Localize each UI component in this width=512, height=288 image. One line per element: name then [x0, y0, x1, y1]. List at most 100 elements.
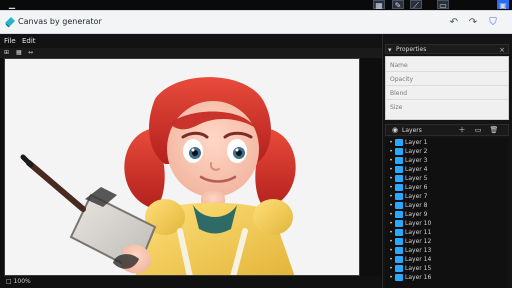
layer-color-swatch [395, 166, 403, 173]
layer-name: Layer 13 [405, 247, 432, 254]
layer-name: Layer 12 [405, 238, 432, 245]
gesture-icon[interactable]: ⟋ [410, 0, 422, 10]
layer-color-swatch [395, 157, 403, 164]
properties-panel: Name Opacity Blend Size [385, 56, 509, 120]
layer-name: Layer 6 [405, 184, 428, 191]
divider [386, 99, 508, 100]
layer-visibility-icon[interactable]: • [387, 237, 395, 246]
layer-row[interactable]: • Layer 12 [385, 237, 509, 246]
property-name: Name [390, 62, 408, 69]
layer-name: Layer 16 [405, 274, 432, 281]
character-illustration [5, 59, 359, 275]
layer-color-swatch [395, 139, 403, 146]
layers-label: Layers [402, 127, 422, 134]
layer-row[interactable]: • Layer 3 [385, 156, 509, 165]
layer-visibility-icon[interactable]: • [387, 165, 395, 174]
menu-file[interactable]: File [4, 36, 16, 46]
toolbar: File Edit [0, 34, 382, 48]
menu-edit[interactable]: Edit [22, 36, 36, 46]
collapse-icon[interactable]: ▾ [388, 46, 395, 54]
layer-visibility-icon[interactable]: • [387, 228, 395, 237]
layer-visibility-icon[interactable]: • [387, 192, 395, 201]
layer-row[interactable]: • Layer 7 [385, 192, 509, 201]
layer-row[interactable]: • Layer 1 [385, 138, 509, 147]
clip-icon[interactable]: ▦ [373, 0, 385, 10]
divider [386, 71, 508, 72]
layer-row[interactable]: • Layer 13 [385, 246, 509, 255]
secondary-toolbar: ⊞ ▦ ↔ [0, 48, 382, 58]
layer-row[interactable]: • Layer 10 [385, 219, 509, 228]
layer-color-swatch [395, 202, 403, 209]
layer-color-swatch [395, 247, 403, 254]
app-titlebar: Canvas by generator ↶ ↷ ⛉ [0, 10, 512, 34]
app-logo-icon [5, 17, 15, 28]
layer-color-swatch [395, 193, 403, 200]
layer-name: Layer 10 [405, 220, 432, 227]
layer-visibility-icon[interactable]: • [387, 138, 395, 147]
canvas[interactable] [4, 58, 360, 276]
layer-color-swatch [395, 265, 403, 272]
layer-visibility-icon[interactable]: • [387, 210, 395, 219]
right-sidebar: ▾ Properties × Name Opacity Blend Size ◉… [382, 34, 512, 288]
layer-row[interactable]: • Layer 6 [385, 183, 509, 192]
layer-color-swatch [395, 184, 403, 191]
layer-row[interactable]: • Layer 4 [385, 165, 509, 174]
layout-icon[interactable]: ⊞ [4, 49, 9, 57]
layer-row[interactable]: • Layer 2 [385, 147, 509, 156]
redo-icon[interactable]: ↷ [467, 17, 479, 29]
layer-name: Layer 1 [405, 139, 428, 146]
layer-row[interactable]: • Layer 16 [385, 273, 509, 282]
move-icon[interactable]: ↔ [28, 49, 33, 57]
layers-list: • Layer 1 • Layer 2 • Layer 3 • Layer 4 • Layer 5… [385, 138, 509, 288]
layers-toolbar: ◉ Layers ＋ ▭ 🗑 [385, 124, 509, 136]
panel-toggle-icon[interactable]: ▣ [497, 0, 509, 10]
undo-icon[interactable]: ↶ [448, 17, 460, 29]
layer-name: Layer 5 [405, 175, 428, 182]
layer-color-swatch [395, 238, 403, 245]
folder-icon[interactable]: ▭ [472, 126, 484, 135]
window-icon[interactable]: ▭ [437, 0, 449, 10]
layer-visibility-icon[interactable]: • [387, 264, 395, 273]
minimize-icon[interactable]: ▁ [6, 0, 18, 9]
property-opacity: Opacity [390, 76, 414, 83]
property-size: Size [390, 104, 403, 111]
layer-row[interactable]: • Layer 11 [385, 228, 509, 237]
layer-visibility-icon[interactable]: • [387, 219, 395, 228]
layer-color-swatch [395, 175, 403, 182]
layer-name: Layer 11 [405, 229, 432, 236]
visibility-icon[interactable]: ◉ [390, 126, 400, 135]
top-strip: ▁ ▦ ✎ ⟋ ▭ ▣ [0, 0, 512, 10]
layer-visibility-icon[interactable]: • [387, 273, 395, 282]
layer-visibility-icon[interactable]: • [387, 201, 395, 210]
layer-name: Layer 14 [405, 256, 432, 263]
grid-icon[interactable]: ▦ [16, 49, 22, 57]
layer-visibility-icon[interactable]: • [387, 174, 395, 183]
layer-visibility-icon[interactable]: • [387, 246, 395, 255]
layer-name: Layer 3 [405, 157, 428, 164]
layer-name: Layer 15 [405, 265, 432, 272]
status-bar: □ 100% [0, 276, 382, 288]
pen-icon[interactable]: ✎ [392, 0, 404, 10]
divider [386, 85, 508, 86]
layer-visibility-icon[interactable]: • [387, 255, 395, 264]
layer-color-swatch [395, 274, 403, 281]
add-layer-icon[interactable]: ＋ [456, 126, 468, 135]
layer-row[interactable]: • Layer 14 [385, 255, 509, 264]
layer-name: Layer 7 [405, 193, 428, 200]
layer-row[interactable]: • Layer 5 [385, 174, 509, 183]
layer-name: Layer 2 [405, 148, 428, 155]
layer-row[interactable]: • Layer 8 [385, 201, 509, 210]
layer-name: Layer 8 [405, 202, 428, 209]
layer-visibility-icon[interactable]: • [387, 147, 395, 156]
layer-color-swatch [395, 220, 403, 227]
properties-panel-header: ▾ Properties × [385, 44, 509, 54]
layer-row[interactable]: • Layer 9 [385, 210, 509, 219]
zoom-indicator: □ 100% [6, 278, 31, 285]
layer-visibility-icon[interactable]: • [387, 183, 395, 192]
trash-icon[interactable]: 🗑 [488, 126, 500, 135]
layer-row[interactable]: • Layer 15 [385, 264, 509, 273]
close-icon[interactable]: × [499, 46, 505, 54]
properties-title: Properties [396, 46, 427, 53]
shield-icon[interactable]: ⛉ [487, 17, 499, 29]
layer-visibility-icon[interactable]: • [387, 156, 395, 165]
